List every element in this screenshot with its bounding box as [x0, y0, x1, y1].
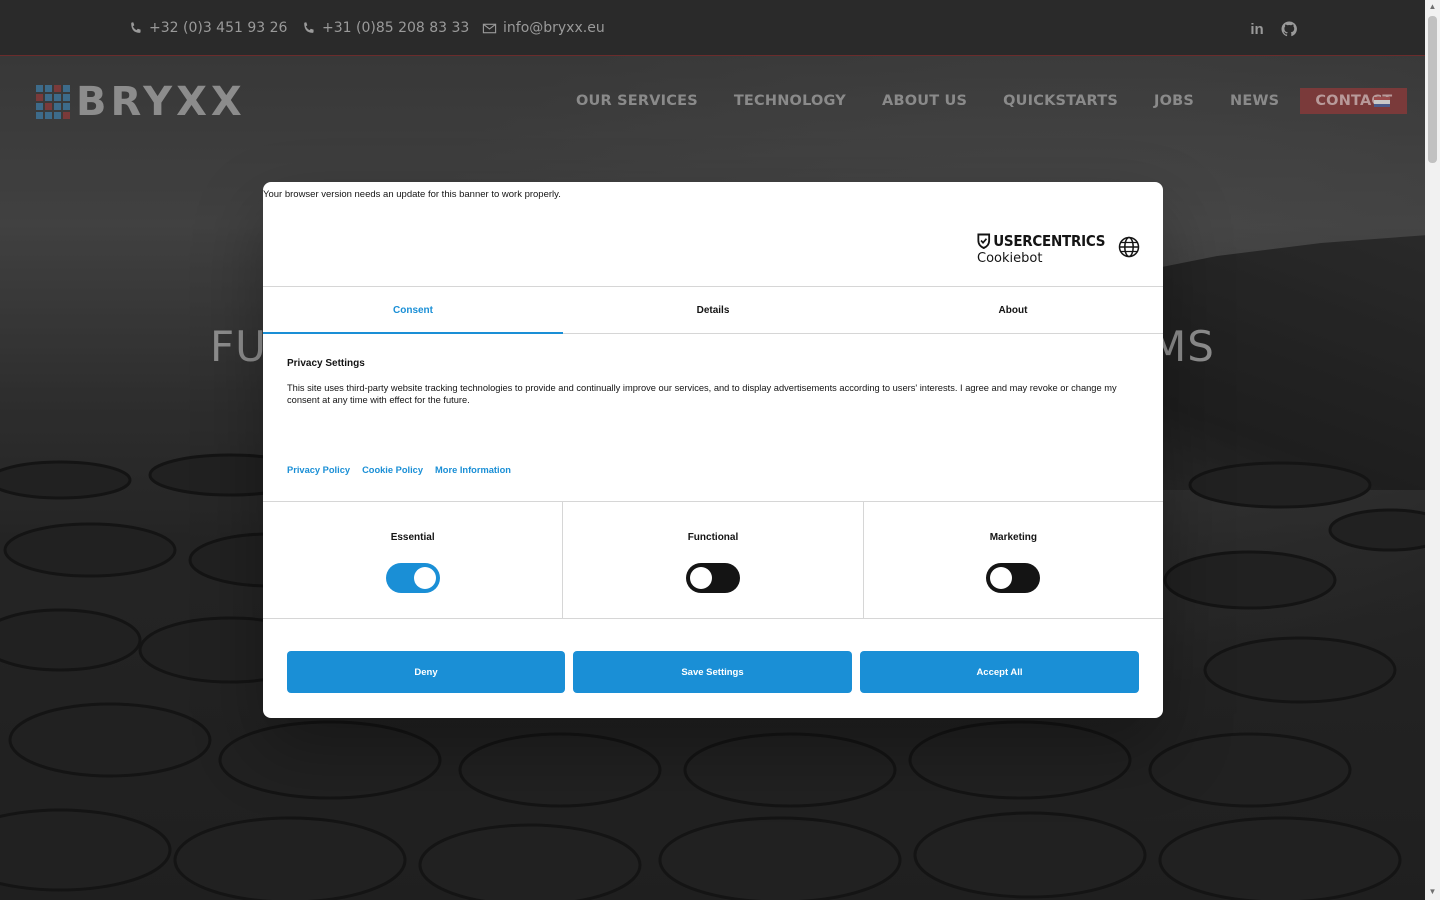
- nav-quickstarts[interactable]: QUICKSTARTS: [985, 89, 1136, 113]
- category-essential: Essential: [263, 502, 564, 618]
- cookie-consent-dialog: Your browser version needs an update for…: [263, 182, 1163, 718]
- save-settings-button[interactable]: Save Settings: [573, 651, 852, 693]
- top-contact-bar: +32 (0)3 451 93 26 +31 (0)85 208 83 33 i…: [0, 0, 1425, 56]
- privacy-settings-heading: Privacy Settings: [287, 358, 365, 369]
- category-marketing: Marketing: [864, 502, 1163, 618]
- language-flag-icon[interactable]: [1374, 97, 1390, 107]
- nav-about-us[interactable]: ABOUT US: [864, 89, 985, 113]
- nav-technology[interactable]: TECHNOLOGY: [716, 89, 864, 113]
- scroll-thumb[interactable]: [1428, 16, 1437, 163]
- privacy-settings-body: This site uses third-party website track…: [287, 383, 1117, 405]
- dialog-tabs: Consent Details About: [263, 286, 1163, 334]
- marketing-toggle[interactable]: [986, 563, 1041, 593]
- envelope-icon: [482, 23, 497, 33]
- phone-be-text: +32 (0)3 451 93 26: [149, 20, 288, 36]
- tab-consent[interactable]: Consent: [263, 287, 563, 334]
- privacy-policy-link[interactable]: Privacy Policy: [287, 465, 350, 475]
- accept-all-button[interactable]: Accept All: [860, 651, 1139, 693]
- email-text: info@bryxx.eu: [503, 20, 605, 36]
- phone-icon: [304, 21, 314, 33]
- category-label: Essential: [390, 532, 435, 543]
- github-icon[interactable]: [1280, 20, 1298, 38]
- tab-details[interactable]: Details: [563, 287, 863, 333]
- globe-icon[interactable]: [1118, 236, 1140, 258]
- tab-about[interactable]: About: [863, 287, 1163, 333]
- toggle-knob: [990, 567, 1013, 589]
- essential-toggle[interactable]: [385, 563, 440, 593]
- linkedin-icon[interactable]: in: [1248, 20, 1266, 38]
- browser-update-note: Your browser version needs an update for…: [263, 189, 561, 200]
- more-information-link[interactable]: More Information: [435, 465, 511, 475]
- nav-jobs[interactable]: JOBS: [1136, 89, 1212, 113]
- dialog-actions: Deny Save Settings Accept All: [287, 651, 1139, 693]
- logo-mark-icon: [36, 85, 70, 119]
- scroll-up-icon[interactable]: ▲: [1428, 2, 1437, 11]
- nav-contact-button[interactable]: CONTACT: [1300, 88, 1408, 114]
- nav-our-services[interactable]: OUR SERVICES: [558, 89, 716, 113]
- usercentrics-logo: USERCENTRICS Cookiebot: [977, 232, 1119, 266]
- shield-check-icon: [977, 233, 991, 249]
- social-links: in: [1248, 20, 1298, 38]
- toggle-knob: [413, 567, 436, 589]
- consent-categories: Essential Functional Marketing: [263, 501, 1163, 619]
- logo-text: BRYXX: [76, 79, 246, 125]
- hero-title-left: FU: [210, 322, 267, 371]
- email-link[interactable]: info@bryxx.eu: [482, 20, 605, 36]
- page-scrollbar[interactable]: ▲ ▼: [1425, 0, 1440, 900]
- scroll-down-icon[interactable]: ▼: [1428, 887, 1437, 896]
- phone-nl-link[interactable]: +31 (0)85 208 83 33: [301, 20, 469, 36]
- toggle-knob: [689, 567, 712, 589]
- main-nav: OUR SERVICES TECHNOLOGY ABOUT US QUICKST…: [558, 88, 1408, 114]
- nav-news[interactable]: NEWS: [1212, 89, 1297, 113]
- deny-button[interactable]: Deny: [287, 651, 565, 693]
- policy-links: Privacy Policy Cookie Policy More Inform…: [287, 465, 511, 475]
- category-label: Functional: [687, 532, 739, 543]
- phone-icon: [131, 21, 141, 33]
- category-label: Marketing: [989, 532, 1037, 543]
- brand-product: Cookiebot: [977, 251, 1043, 266]
- bryxx-logo[interactable]: BRYXX: [36, 82, 246, 122]
- consent-content: Privacy Settings This site uses third-pa…: [287, 358, 1137, 406]
- phone-nl-text: +31 (0)85 208 83 33: [322, 20, 470, 36]
- functional-toggle[interactable]: [685, 563, 740, 593]
- brand-name: USERCENTRICS: [993, 232, 1106, 250]
- category-functional: Functional: [563, 502, 864, 618]
- cookie-policy-link[interactable]: Cookie Policy: [362, 465, 423, 475]
- phone-be-link[interactable]: +32 (0)3 451 93 26: [128, 20, 287, 36]
